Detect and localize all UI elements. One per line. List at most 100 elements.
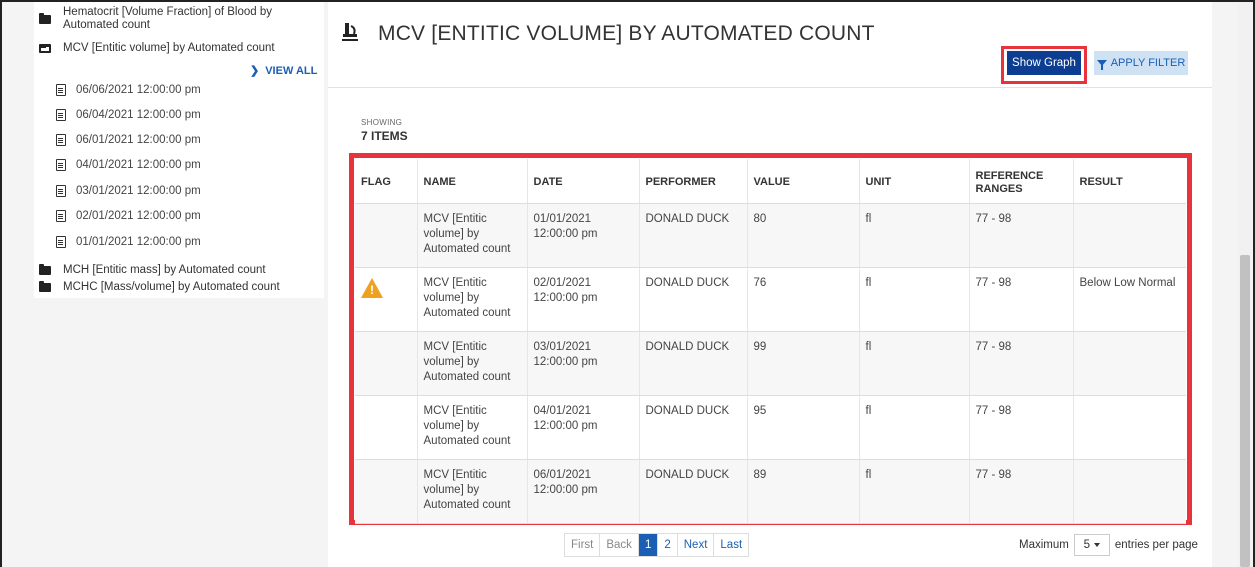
table-row[interactable]: ! MCV [Entitic volume] by Automated coun…	[355, 267, 1186, 332]
date-cell: 04/01/2021 12:00:00 pm	[527, 395, 640, 460]
tree-document-label: 06/06/2021 12:00:00 pm	[76, 84, 201, 96]
per-page-value: 5	[1083, 539, 1091, 551]
column-header-flag[interactable]: FLAG	[355, 159, 418, 204]
tree-folder-label: MCV [Entitic volume] by Automated count	[63, 42, 275, 54]
value-cell: 95	[747, 395, 860, 460]
folder-icon	[39, 280, 51, 292]
table-row[interactable]: MCV [Entitic volume] by Automated count …	[355, 331, 1186, 396]
tree-document-label: 06/01/2021 12:00:00 pm	[76, 134, 201, 146]
folder-icon	[39, 263, 51, 275]
maximum-label: Maximum	[1019, 539, 1069, 551]
value-cell: 80	[747, 203, 860, 268]
tree-folder-label: Hematocrit [Volume Fraction] of Blood by…	[63, 6, 273, 31]
apply-filter-label: APPLY FILTER	[1110, 57, 1186, 69]
document-icon	[56, 210, 66, 222]
reference-range-cell: 77 - 98	[969, 331, 1074, 396]
main-panel: MCV [ENTITIC VOLUME] BY AUTOMATED COUNT …	[328, 2, 1212, 567]
result-cell	[1073, 459, 1186, 524]
flag-cell: !	[355, 267, 418, 332]
items-count: 7 ITEMS	[361, 129, 408, 143]
unit-cell: fl	[859, 459, 970, 524]
tree-folder-mch[interactable]: MCH [Entitic mass] by Automated count	[34, 263, 266, 276]
tree-document-label: 02/01/2021 12:00:00 pm	[76, 210, 201, 222]
column-header-reference-ranges[interactable]: REFERENCE RANGES	[969, 159, 1074, 204]
column-header-value[interactable]: VALUE	[747, 159, 860, 204]
header-divider	[328, 87, 1212, 88]
name-cell: MCV [Entitic volume] by Automated count	[417, 395, 528, 460]
date-cell: 06/01/2021 12:00:00 pm	[527, 459, 640, 524]
show-graph-button[interactable]: Show Graph	[1007, 51, 1081, 75]
document-icon	[56, 159, 66, 171]
document-icon	[56, 236, 66, 248]
tree-document-label: 04/01/2021 12:00:00 pm	[76, 159, 201, 171]
pagination: First Back 1 2 Next Last	[564, 533, 750, 557]
tree-document-label: 03/01/2021 12:00:00 pm	[76, 185, 201, 197]
name-cell: MCV [Entitic volume] by Automated count	[417, 459, 528, 524]
name-cell: MCV [Entitic volume] by Automated count	[417, 203, 528, 268]
value-cell: 76	[747, 267, 860, 332]
column-header-name[interactable]: NAME	[417, 159, 528, 204]
document-icon	[56, 84, 66, 96]
performer-cell: DONALD DUCK	[639, 395, 748, 460]
unit-cell: fl	[859, 267, 970, 332]
tree-document[interactable]: 04/01/2021 12:00:00 pm	[56, 159, 201, 171]
result-cell	[1073, 331, 1186, 396]
per-page-select[interactable]: 5	[1073, 534, 1110, 556]
performer-cell: DONALD DUCK	[639, 331, 748, 396]
flag-cell	[355, 203, 418, 268]
document-icon	[56, 109, 66, 121]
filter-icon	[1096, 60, 1107, 70]
pagination-last[interactable]: Last	[714, 534, 748, 556]
tree-document[interactable]: 02/01/2021 12:00:00 pm	[56, 210, 201, 222]
tree-document[interactable]: 06/06/2021 12:00:00 pm	[56, 84, 201, 96]
result-cell	[1073, 395, 1186, 460]
page-scrollbar-thumb[interactable]	[1240, 255, 1250, 567]
reference-range-cell: 77 - 98	[969, 459, 1074, 524]
pagination-first[interactable]: First	[565, 534, 601, 556]
name-cell: MCV [Entitic volume] by Automated count	[417, 331, 528, 396]
document-icon	[56, 134, 66, 146]
tree-document[interactable]: 06/01/2021 12:00:00 pm	[56, 134, 201, 146]
tree-document[interactable]: 01/01/2021 12:00:00 pm	[56, 236, 201, 248]
results-table: FLAG NAME DATE PERFORMER VALUE UNIT REFE…	[355, 159, 1186, 524]
tree-folder-label: MCH [Entitic mass] by Automated count	[63, 264, 266, 276]
table-header-row: FLAG NAME DATE PERFORMER VALUE UNIT REFE…	[355, 159, 1186, 204]
table-row[interactable]: MCV [Entitic volume] by Automated count …	[355, 459, 1186, 524]
document-icon	[56, 185, 66, 197]
performer-cell: DONALD DUCK	[639, 267, 748, 332]
table-row[interactable]: MCV [Entitic volume] by Automated count …	[355, 203, 1186, 268]
pagination-page-1[interactable]: 1	[638, 534, 659, 556]
tree-folder-mcv[interactable]: MCV [Entitic volume] by Automated count	[34, 42, 275, 54]
warning-icon: !	[361, 277, 383, 298]
pagination-next[interactable]: Next	[678, 534, 715, 556]
tree-document[interactable]: 03/01/2021 12:00:00 pm	[56, 185, 201, 197]
entries-per-page-label: entries per page	[1114, 539, 1198, 551]
tree-folder-mchc[interactable]: MCHC [Mass/volume] by Automated count	[34, 280, 280, 293]
apply-filter-button[interactable]: APPLY FILTER	[1094, 51, 1188, 75]
showing-label: SHOWING	[361, 118, 403, 127]
result-cell	[1073, 203, 1186, 268]
pagination-page-2[interactable]: 2	[658, 534, 678, 556]
tree-document[interactable]: 06/04/2021 12:00:00 pm	[56, 109, 201, 121]
tree-document-label: 06/04/2021 12:00:00 pm	[76, 109, 201, 121]
performer-cell: DONALD DUCK	[639, 459, 748, 524]
column-header-performer[interactable]: PERFORMER	[639, 159, 748, 204]
column-header-result[interactable]: RESULT	[1073, 159, 1186, 204]
table-row[interactable]: MCV [Entitic volume] by Automated count …	[355, 395, 1186, 460]
folder-icon	[39, 12, 51, 24]
page-title: MCV [ENTITIC VOLUME] BY AUTOMATED COUNT	[378, 22, 875, 45]
result-cell: Below Low Normal	[1073, 267, 1186, 332]
column-header-unit[interactable]: UNIT	[859, 159, 970, 204]
reference-range-cell: 77 - 98	[969, 203, 1074, 268]
view-all-label: VIEW ALL	[265, 64, 318, 77]
unit-cell: fl	[859, 395, 970, 460]
reference-range-cell: 77 - 98	[969, 267, 1074, 332]
unit-cell: fl	[859, 331, 970, 396]
tree-folder-hematocrit[interactable]: Hematocrit [Volume Fraction] of Blood by…	[34, 6, 283, 32]
view-all-link[interactable]: ❯ VIEW ALL	[250, 64, 318, 78]
name-cell: MCV [Entitic volume] by Automated count	[417, 267, 528, 332]
chevron-down-icon	[1094, 543, 1101, 547]
pagination-back[interactable]: Back	[600, 534, 639, 556]
date-cell: 03/01/2021 12:00:00 pm	[527, 331, 640, 396]
column-header-date[interactable]: DATE	[527, 159, 640, 204]
